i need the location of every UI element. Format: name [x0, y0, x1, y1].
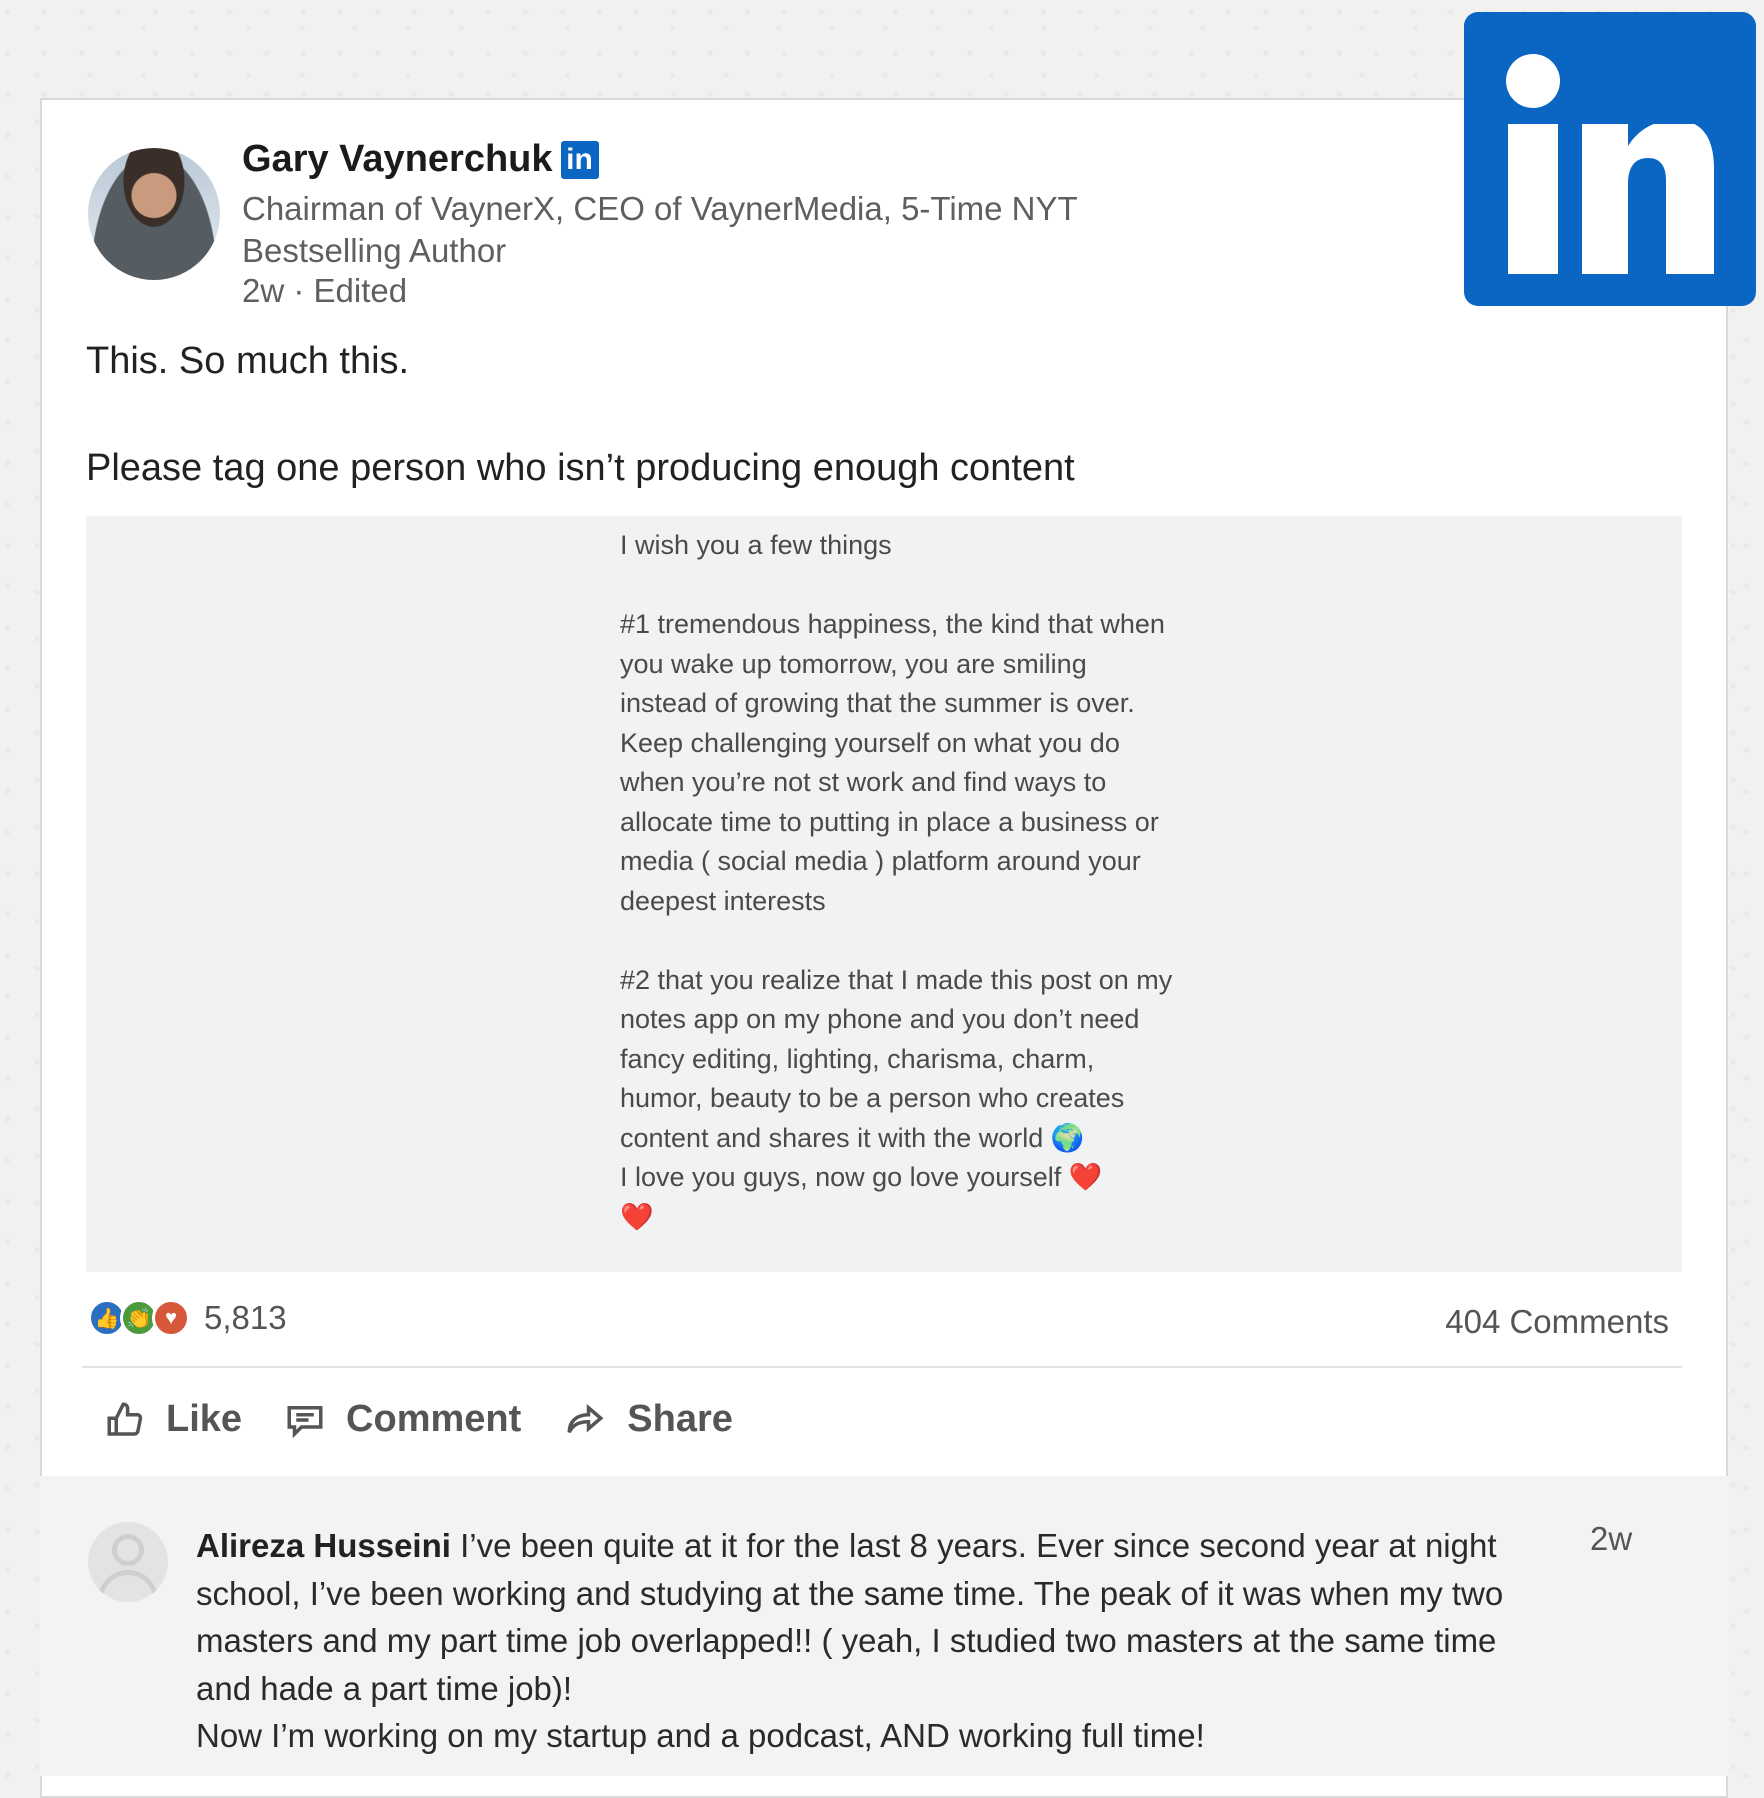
share-button[interactable]: Share [563, 1398, 733, 1441]
thumbs-up-icon [107, 1401, 143, 1436]
share-icon [567, 1403, 604, 1433]
note-p4: I love you guys, now go love yourself [620, 1162, 1062, 1192]
action-bar: Like Comment Share [104, 1398, 775, 1441]
note-p2: #1 tremendous happiness, the kind that w… [620, 609, 1173, 916]
logo-n [1582, 124, 1714, 274]
author-name[interactable]: Gary Vaynerchuk in [242, 138, 599, 181]
comment-button[interactable]: Comment [284, 1398, 521, 1441]
note-p3: #2 that you realize that I made this pos… [620, 964, 1180, 1153]
logo-dot [1506, 54, 1560, 108]
comments-count[interactable]: 404 Comments [1445, 1303, 1669, 1341]
reactions-summary[interactable]: 👍 👏 ♥ 5,813 [88, 1299, 287, 1337]
comment-time: 2w [1590, 1520, 1633, 1557]
globe-icon: 🌍 [1050, 1122, 1085, 1153]
like-label: Like [166, 1398, 243, 1440]
linkedin-logo-icon [1464, 12, 1756, 306]
post-text-line2: Please tag one person who isn’t producin… [86, 447, 1075, 489]
post-text-line1: This. So much this. [86, 340, 410, 382]
reaction-count[interactable]: 5,813 [204, 1299, 287, 1337]
author-headline: Chairman of VaynerX, CEO of VaynerMedia,… [242, 190, 1078, 269]
comment-icon [287, 1405, 323, 1438]
linkedin-badge-icon: in [560, 140, 599, 179]
share-label: Share [627, 1398, 733, 1440]
comment-label: Comment [346, 1398, 522, 1440]
heart-icon: ❤️ [1068, 1162, 1103, 1192]
author-name-text[interactable]: Gary Vaynerchuk [242, 138, 553, 181]
heart-icon: ❤️ [620, 1201, 654, 1232]
note-p1: I wish you a few things [620, 530, 892, 560]
commenter-avatar[interactable] [88, 1522, 168, 1602]
post-meta: 2w · Edited [242, 272, 408, 309]
logo-bar [1508, 124, 1558, 274]
comment-author[interactable]: Alireza Husseini [196, 1527, 451, 1564]
author-avatar[interactable] [88, 148, 220, 280]
like-button[interactable]: Like [104, 1398, 242, 1441]
comment-body: Alireza Husseini I’ve been quite at it f… [196, 1522, 1556, 1760]
image-note-text: I wish you a few things #1 tremendous ha… [620, 526, 1180, 1237]
avatar-body-shape [98, 1570, 158, 1602]
avatar-head-shape [112, 1534, 144, 1566]
divider [82, 1366, 1682, 1368]
comment-text-2: Now I’m working on my startup and a podc… [196, 1717, 1205, 1754]
love-reaction-icon: ♥ [152, 1299, 190, 1337]
